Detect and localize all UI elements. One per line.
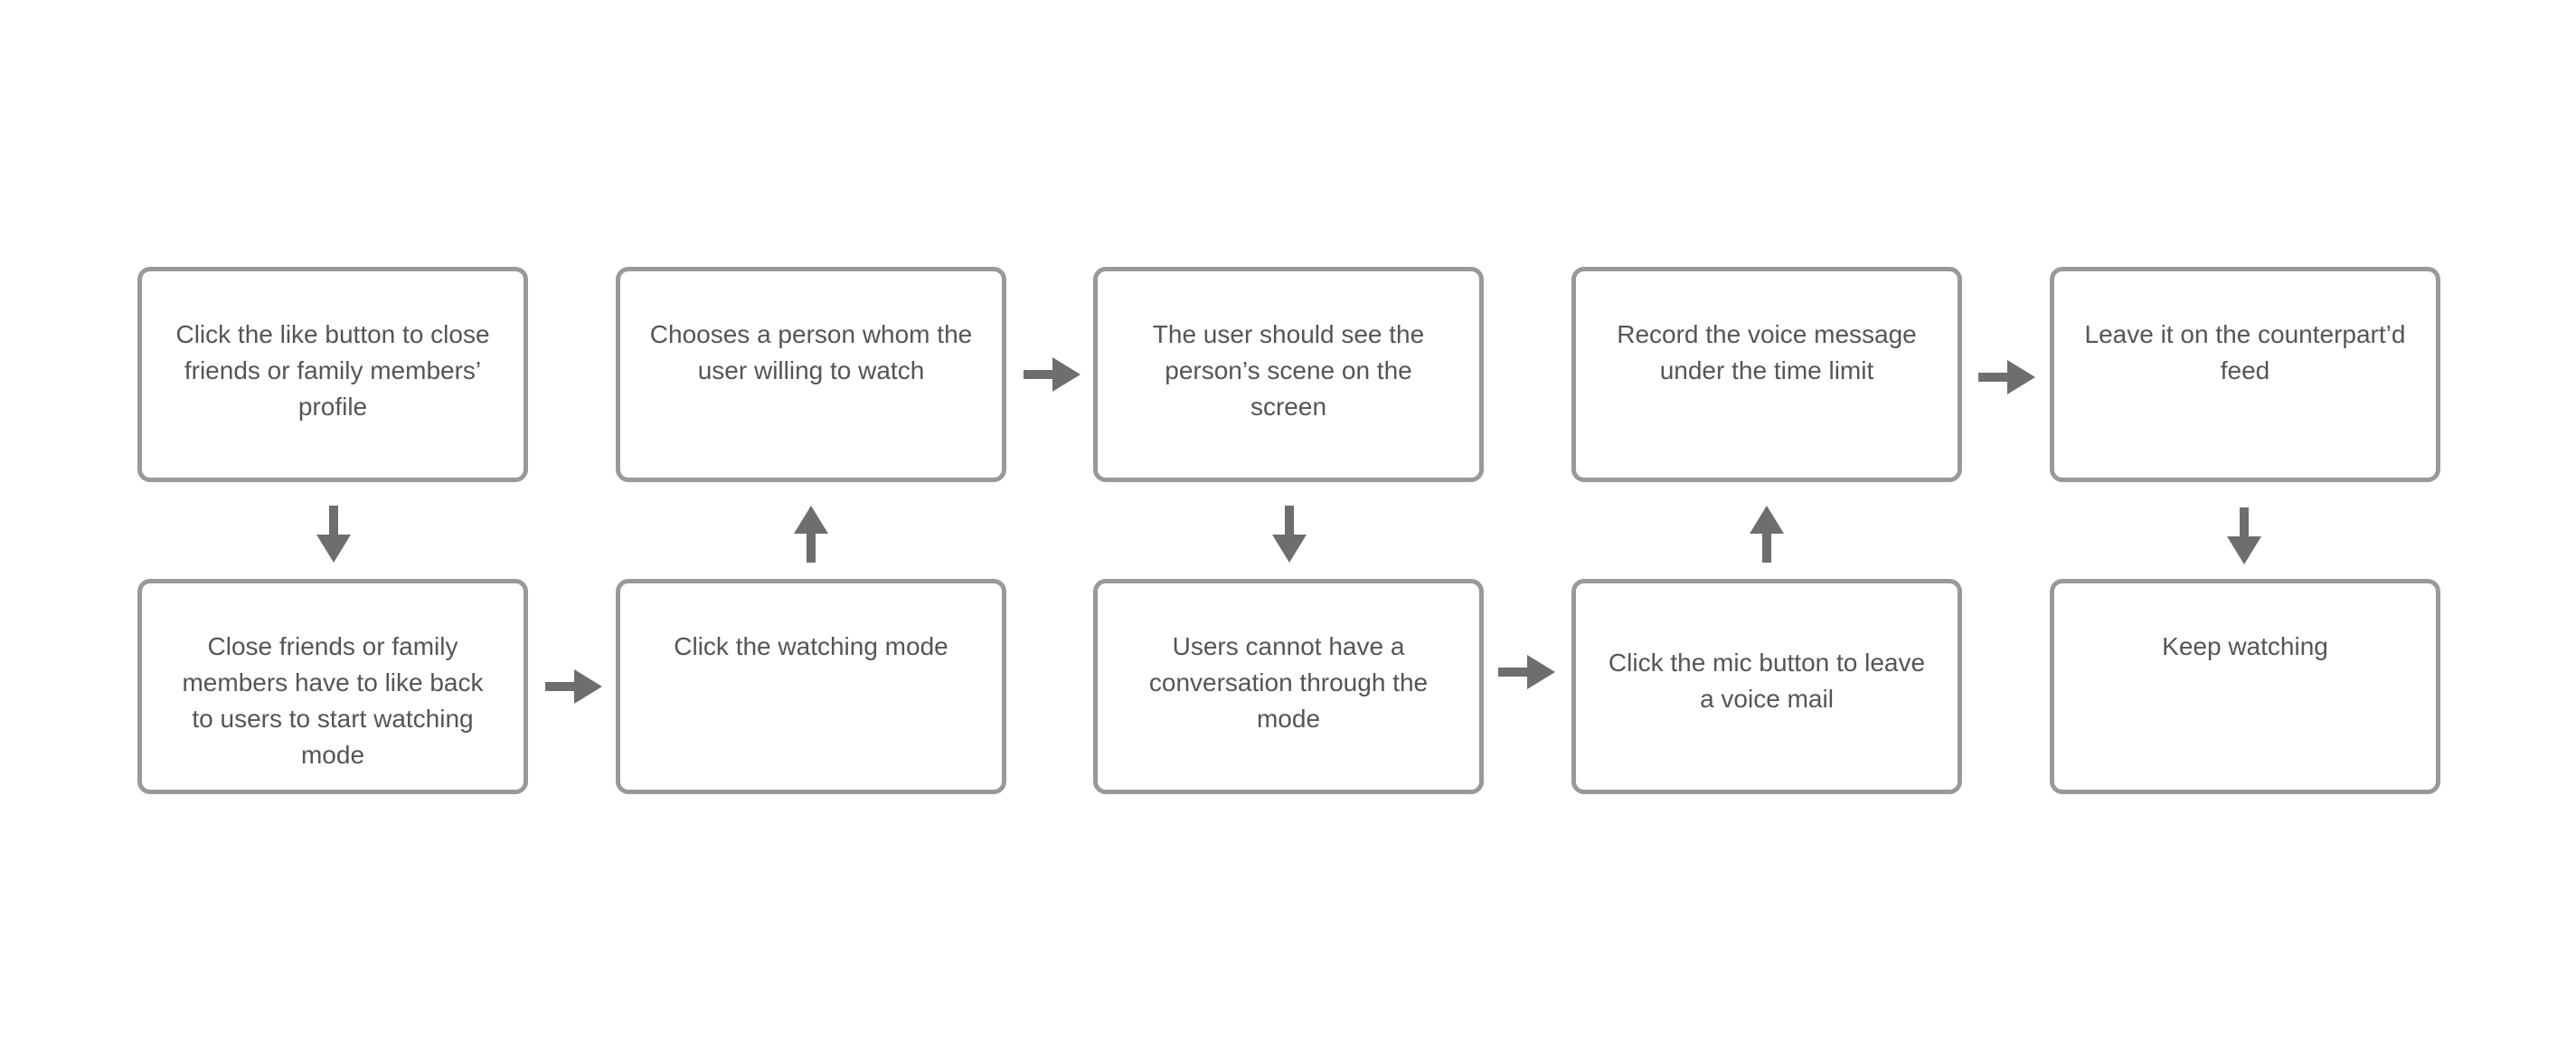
step-text-1: Click the like button to close friends o… [175, 320, 490, 421]
arrow-right-icon [545, 668, 603, 705]
arrow-down-icon [2226, 507, 2262, 565]
step-text-5: The user should see the person’s scene o… [1152, 320, 1425, 421]
arrow-down-icon [316, 506, 352, 564]
step-box-2: Close friends or family members have to … [137, 579, 528, 794]
step-box-10: Keep watching [2050, 579, 2440, 794]
arrow-up-icon [1749, 505, 1785, 563]
arrow-up-icon [793, 505, 829, 563]
step-text-9: Leave it on the counterpart’d feed [2084, 320, 2406, 384]
step-text-6: Users cannot have a conversation through… [1148, 632, 1429, 733]
step-box-9: Leave it on the counterpart’d feed [2050, 267, 2440, 482]
step-box-8: Record the voice message under the time … [1571, 267, 1962, 482]
step-text-2: Close friends or family members have to … [182, 632, 484, 769]
step-text-8: Record the voice message under the time … [1617, 320, 1917, 384]
step-box-3: Click the watching mode [616, 579, 1006, 794]
arrow-right-icon [1978, 359, 2036, 395]
step-text-7: Click the mic button to leave a voice ma… [1608, 649, 1926, 713]
arrow-right-icon [1024, 356, 1081, 393]
step-box-6: Users cannot have a conversation through… [1093, 579, 1484, 794]
step-box-4: Chooses a person whom the user willing t… [616, 267, 1006, 482]
step-text-4: Chooses a person whom the user willing t… [649, 320, 973, 384]
step-box-7: Click the mic button to leave a voice ma… [1571, 579, 1962, 794]
step-box-1: Click the like button to close friends o… [137, 267, 528, 482]
step-text-3: Click the watching mode [674, 632, 948, 660]
arrow-down-icon [1271, 506, 1307, 564]
step-box-5: The user should see the person’s scene o… [1093, 267, 1484, 482]
arrow-right-icon [1498, 654, 1556, 690]
step-text-10: Keep watching [2162, 632, 2328, 660]
